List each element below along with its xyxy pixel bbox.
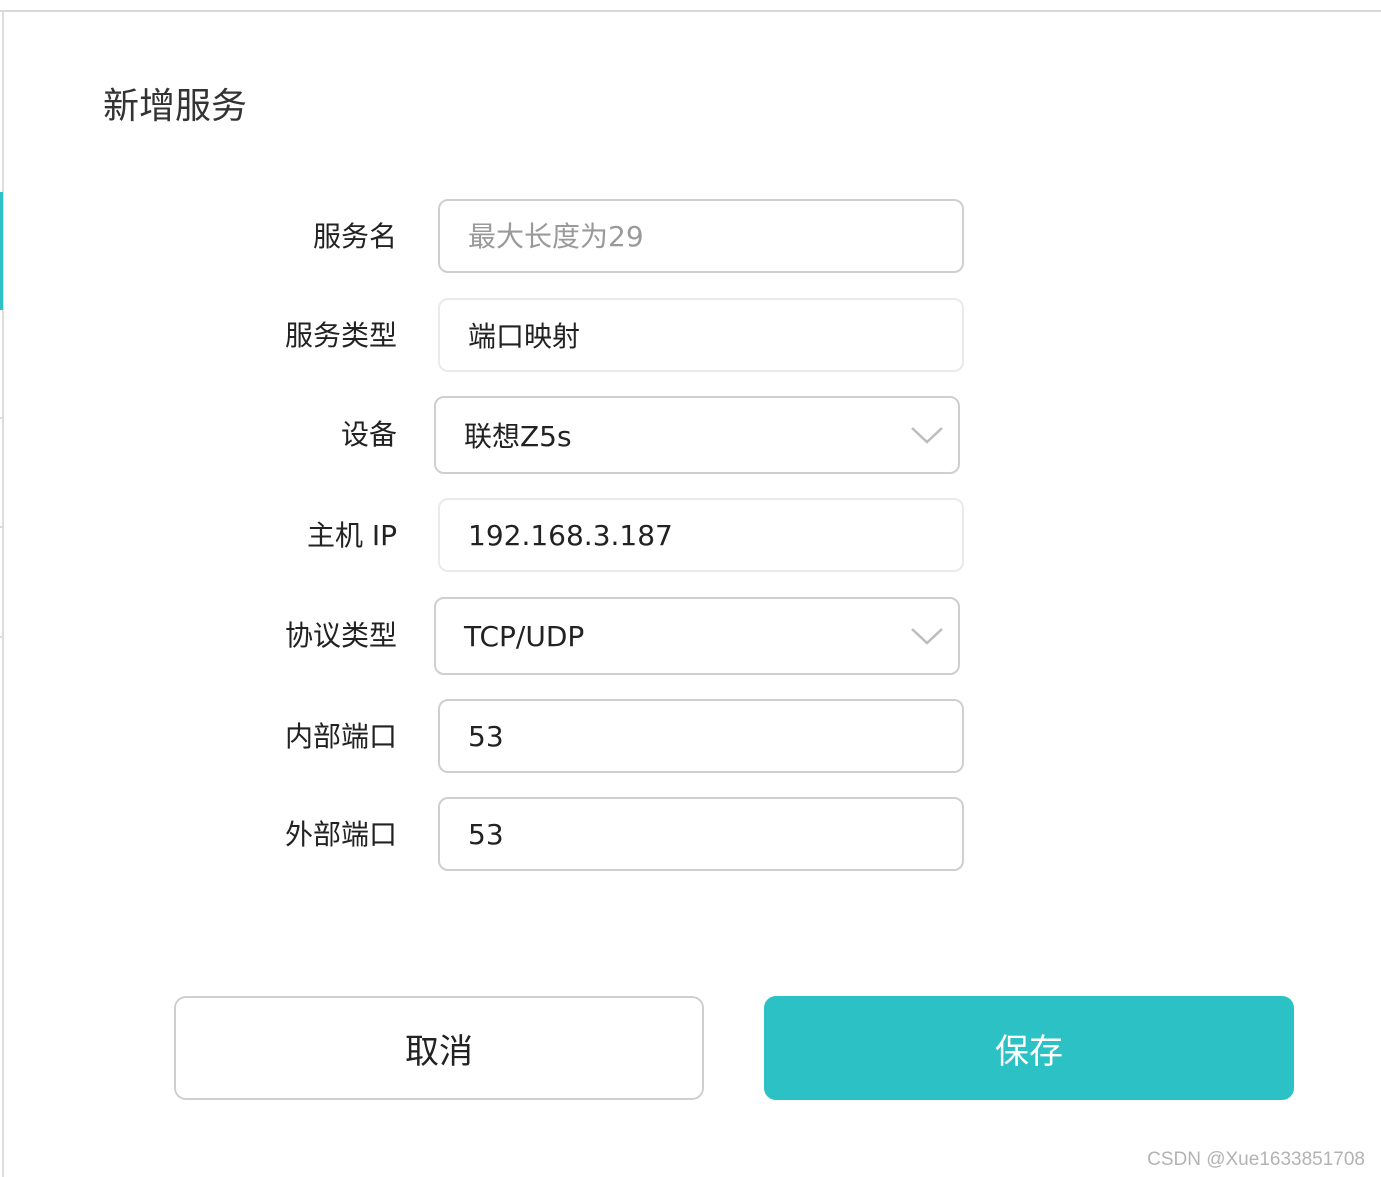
external-port-field[interactable] [438,797,964,871]
host-ip-value: 192.168.3.187 [468,518,673,552]
service-type-value: 端口映射 [468,320,581,353]
external-port-label: 外部端口 [284,818,397,851]
internal-port-field[interactable] [438,699,964,773]
cancel-button[interactable]: 取消 [174,996,704,1100]
chevron-down-icon [911,628,943,645]
device-select-value: 联想Z5s [464,420,572,453]
device-label: 设备 [340,418,397,451]
protocol-type-label: 协议类型 [284,619,397,652]
service-name-label: 服务名 [312,220,397,253]
window-top-border [0,10,1381,12]
service-name-field[interactable] [438,199,964,273]
service-type-field: 端口映射 [438,298,964,372]
protocol-type-select-value: TCP/UDP [464,619,585,653]
chevron-down-icon [911,427,943,444]
save-button[interactable]: 保存 [764,996,1294,1100]
protocol-type-select[interactable]: TCP/UDP [434,597,960,675]
host-ip-field: 192.168.3.187 [438,498,964,572]
dialog-title: 新增服务 [103,86,248,127]
sidebar-divider [0,636,3,638]
window-left-border [2,10,4,1177]
device-select[interactable]: 联想Z5s [434,396,960,474]
host-ip-label: 主机 IP [306,519,397,552]
sidebar-divider [0,526,3,528]
external-port-input[interactable] [468,817,962,851]
service-type-label: 服务类型 [284,319,397,352]
sidebar-divider [0,417,3,419]
internal-port-label: 内部端口 [284,720,397,753]
service-name-input[interactable] [468,219,962,253]
sidebar-active-indicator [0,192,3,310]
internal-port-input[interactable] [468,719,962,753]
watermark: CSDN @Xue1633851708 [1147,1149,1365,1170]
